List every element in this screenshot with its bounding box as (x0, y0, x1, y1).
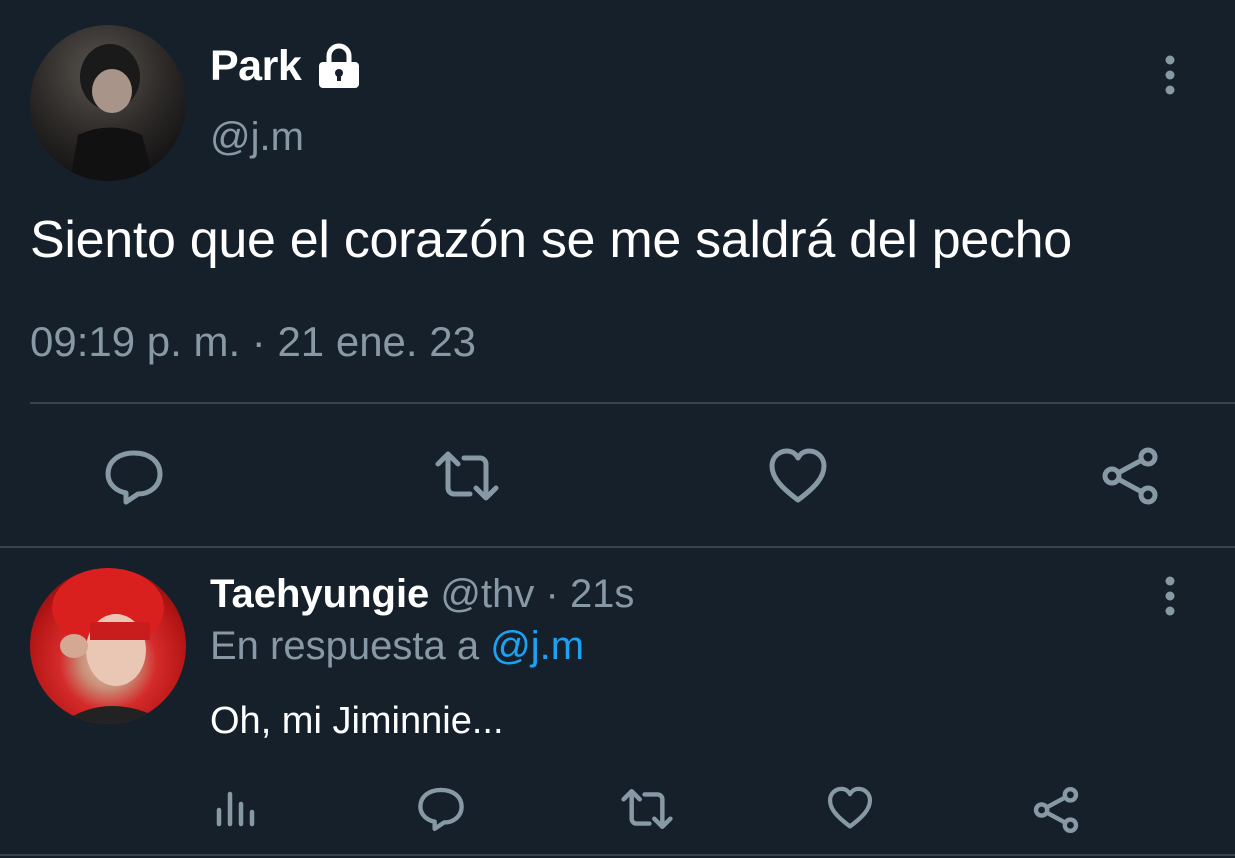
meta-separator: · (534, 572, 570, 616)
reply-author-avatar[interactable] (30, 568, 186, 724)
reply-icon[interactable] (104, 448, 164, 506)
divider (0, 546, 1235, 548)
replying-to-prefix: En respuesta a (210, 624, 491, 668)
share-icon[interactable] (1100, 446, 1160, 506)
reply-icon[interactable] (417, 786, 465, 832)
author-name[interactable]: Park (210, 42, 302, 91)
avatar-figure (52, 568, 170, 724)
reply-author-name[interactable]: Taehyungie (210, 572, 429, 616)
lock-icon (319, 43, 359, 88)
retweet-icon[interactable] (434, 450, 500, 502)
analytics-icon[interactable] (214, 790, 256, 828)
replying-to-mention[interactable]: @j.m (490, 624, 584, 668)
like-icon[interactable] (768, 448, 828, 504)
divider (0, 854, 1235, 856)
share-icon[interactable] (1032, 786, 1080, 834)
author-avatar[interactable] (30, 25, 186, 181)
reply-time-ago[interactable]: 21s (570, 572, 635, 616)
like-icon[interactable] (827, 786, 873, 830)
reply-header: Taehyungie @thv · 21s (210, 572, 634, 617)
author-handle[interactable]: @j.m (210, 115, 304, 160)
replying-to: En respuesta a @j.m (210, 624, 584, 669)
divider (30, 402, 1235, 404)
reply-author-handle[interactable]: @thv (440, 572, 534, 616)
reply-text: Oh, mi Jiminnie... (210, 700, 504, 742)
more-vertical-icon[interactable] (1162, 55, 1178, 95)
avatar-figure (70, 44, 154, 181)
tweet-text: Siento que el corazón se me saldrá del p… (30, 211, 1072, 269)
retweet-icon[interactable] (620, 788, 674, 830)
tweet-timestamp[interactable]: 09:19 p. m. · 21 ene. 23 (30, 318, 476, 366)
more-vertical-icon[interactable] (1162, 576, 1178, 616)
